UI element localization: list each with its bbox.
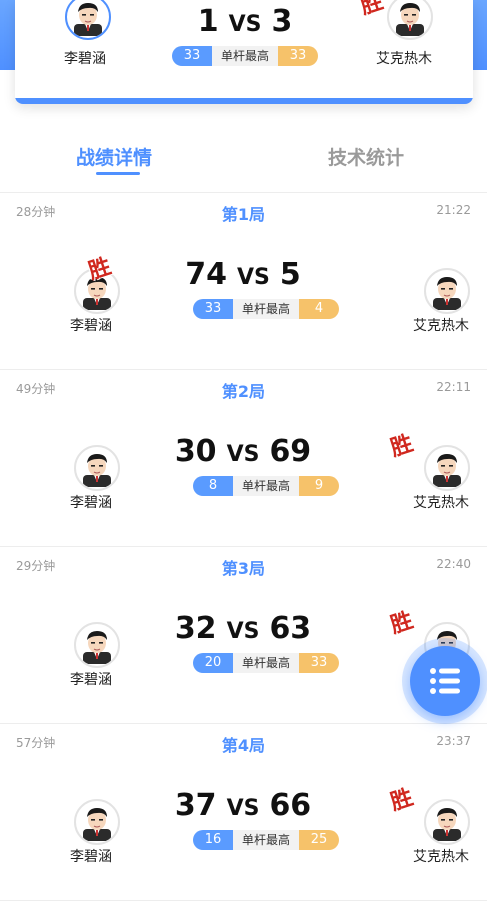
vs-label: VS (226, 796, 260, 821)
highest-break-left: 33 (193, 299, 233, 319)
win-mark: 胜 (357, 0, 387, 20)
tab-record-details[interactable]: 战绩详情 (76, 143, 152, 170)
game-score-right: 63 (269, 611, 312, 646)
game-title: 第2局 (221, 382, 266, 401)
game-row[interactable]: 57分钟 第4局 23:37 李碧涵 37 VS 66 16 单杆最高 25 艾克热木胜 (0, 724, 487, 901)
highest-break-label: 单杆最高 (233, 476, 299, 496)
player-portrait-icon (80, 449, 114, 487)
player-portrait-icon (80, 803, 114, 841)
game-score-right: 69 (269, 434, 312, 469)
player-left-name: 李碧涵 (70, 318, 112, 334)
highest-break-right: 4 (299, 299, 339, 319)
list-menu-icon (430, 668, 460, 694)
player-left-name: 李碧涵 (70, 672, 112, 688)
avatar-right[interactable] (387, 0, 433, 40)
avatar-left[interactable] (74, 799, 120, 845)
player-right-name: 艾克热木 (376, 51, 432, 67)
highest-break-left: 16 (193, 830, 233, 850)
highest-break-right: 33 (278, 46, 318, 66)
game-time: 22:40 (436, 557, 471, 571)
win-mark: 胜 (387, 785, 417, 816)
highest-break-pill: 33 单杆最高 33 (172, 46, 318, 66)
game-score: 74 VS 5 (163, 257, 323, 292)
highest-break-label: 单杆最高 (233, 299, 299, 319)
vs-label: VS (226, 442, 260, 467)
player-right-name: 艾克热木 (413, 495, 469, 511)
menu-fab-button[interactable] (410, 646, 480, 716)
game-score-right: 66 (269, 788, 312, 823)
avatar-left[interactable] (74, 622, 120, 668)
highest-break-right: 33 (299, 653, 339, 673)
game-row[interactable]: 28分钟 第1局 21:22 李碧涵 74 VS 5 33 单杆最高 4 艾克热木胜 (0, 193, 487, 370)
player-portrait-icon (430, 272, 464, 310)
avatar-right[interactable] (424, 268, 470, 314)
game-score-left: 32 (174, 611, 217, 646)
vs-label: VS (226, 619, 260, 644)
highest-break-pill: 16 单杆最高 25 (193, 830, 339, 850)
game-time: 23:37 (436, 734, 471, 748)
highest-break-label: 单杆最高 (233, 653, 299, 673)
highest-break-pill: 33 单杆最高 4 (193, 299, 339, 319)
win-mark: 胜 (387, 431, 417, 462)
game-title: 第1局 (221, 205, 266, 224)
highest-break-left: 20 (193, 653, 233, 673)
player-right-name: 艾克热木 (413, 849, 469, 865)
avatar-left[interactable] (65, 0, 111, 40)
player-left-name: 李碧涵 (70, 849, 112, 865)
match-score-right: 3 (271, 4, 293, 39)
player-left-name: 李碧涵 (70, 495, 112, 511)
match-score-left: 1 (197, 4, 219, 39)
game-score-right: 5 (279, 257, 301, 292)
player-portrait-icon (80, 626, 114, 664)
match-summary-card: 李碧涵 1 VS 3 33 单杆最高 33 胜 艾克热木 (15, 0, 473, 104)
player-portrait-icon (430, 449, 464, 487)
avatar-left[interactable] (74, 445, 120, 491)
highest-break-label: 单杆最高 (212, 46, 278, 66)
highest-break-right: 9 (299, 476, 339, 496)
game-title: 第3局 (221, 559, 266, 578)
win-mark: 胜 (387, 608, 417, 639)
highest-break-pill: 8 单杆最高 9 (193, 476, 339, 496)
active-tab-indicator (96, 172, 140, 175)
highest-break-left: 33 (172, 46, 212, 66)
highest-break-pill: 20 单杆最高 33 (193, 653, 339, 673)
player-left-name: 李碧涵 (64, 51, 106, 67)
avatar-right[interactable] (424, 445, 470, 491)
highest-break-label: 单杆最高 (233, 830, 299, 850)
player-portrait-icon (430, 803, 464, 841)
vs-label: VS (237, 265, 270, 290)
player-right-name: 艾克热木 (413, 318, 469, 334)
game-score-left: 30 (174, 434, 217, 469)
vs-label: VS (228, 12, 262, 37)
player-portrait-icon (393, 0, 427, 36)
highest-break-right: 25 (299, 830, 339, 850)
tab-bar: 战绩详情 技术统计 (0, 135, 487, 185)
game-score-left: 37 (174, 788, 217, 823)
game-time: 21:22 (436, 203, 471, 217)
match-score: 1 VS 3 (165, 4, 325, 39)
game-score: 32 VS 63 (163, 611, 323, 646)
game-time: 22:11 (436, 380, 471, 394)
player-portrait-icon (71, 0, 105, 36)
game-row[interactable]: 49分钟 第2局 22:11 李碧涵 30 VS 69 8 单杆最高 9 艾克热木胜 (0, 370, 487, 547)
game-title: 第4局 (221, 736, 266, 755)
tab-tech-stats[interactable]: 技术统计 (328, 143, 404, 170)
avatar-right[interactable] (424, 799, 470, 845)
highest-break-left: 8 (193, 476, 233, 496)
game-score: 37 VS 66 (163, 788, 323, 823)
game-score-left: 74 (185, 257, 227, 292)
game-score: 30 VS 69 (163, 434, 323, 469)
